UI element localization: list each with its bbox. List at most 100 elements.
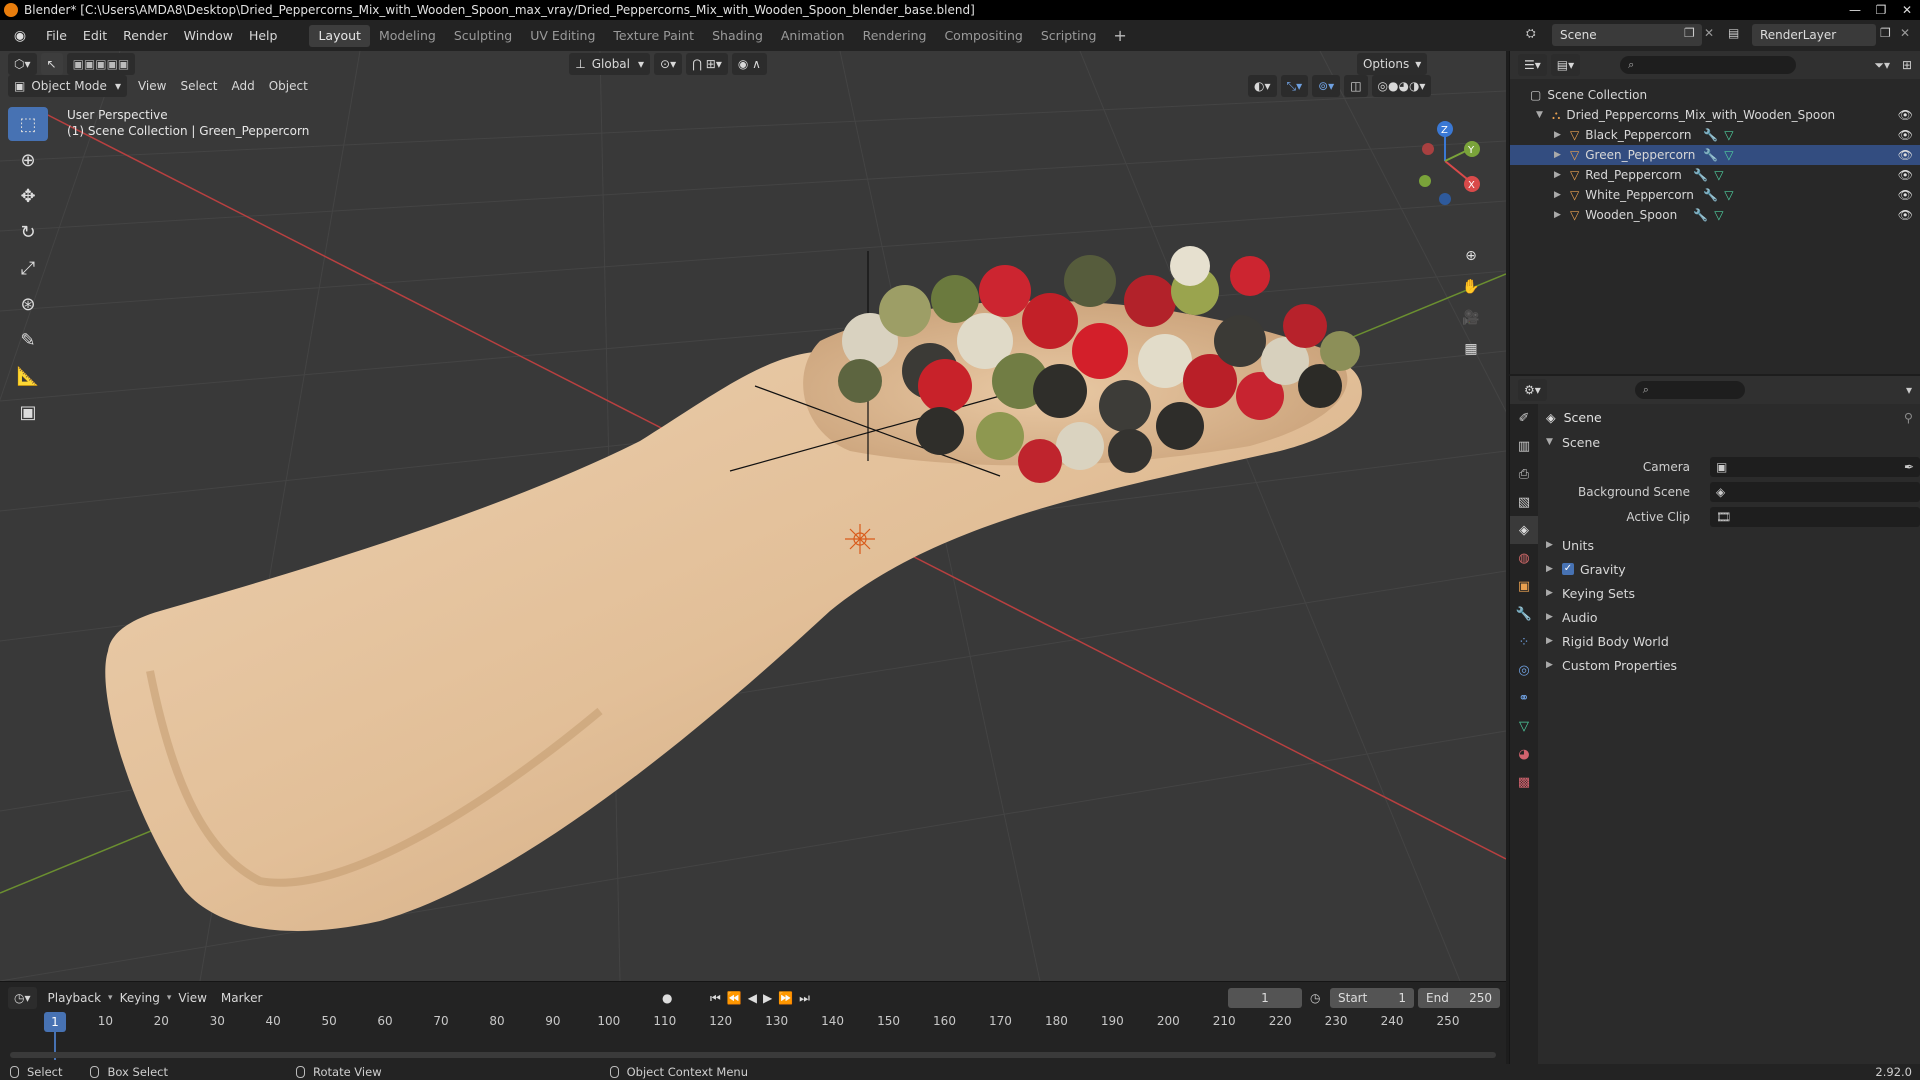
visibility-eye-icon[interactable]: 👁: [1898, 168, 1913, 182]
select-tool-button[interactable]: ↖: [40, 53, 63, 75]
view-layer-selector[interactable]: RenderLayer: [1752, 24, 1876, 46]
outliner-object-row[interactable]: ▶ ▽ Wooden_Spoon 🔧 ▽ 👁: [1510, 205, 1920, 225]
active-clip-field[interactable]: 🎞: [1710, 506, 1920, 527]
overlays-toggle[interactable]: ⊚▾: [1312, 75, 1341, 97]
scale-tool[interactable]: ⤢: [8, 251, 48, 285]
add-cube-tool[interactable]: ▣: [8, 395, 48, 429]
outliner-object-row[interactable]: ▶ ▽ Green_Peppercorn 🔧 ▽ 👁: [1510, 145, 1920, 165]
tab-shading[interactable]: Shading: [703, 25, 772, 47]
zoom-icon[interactable]: ⊕: [1458, 243, 1484, 269]
shading-mode-buttons[interactable]: ◎●◕◑▾: [1371, 75, 1432, 97]
editor-type-button[interactable]: ⬡▾: [8, 53, 37, 75]
tab-texture[interactable]: ▩: [1510, 768, 1538, 796]
tab-object[interactable]: ▣: [1510, 572, 1538, 600]
pin-icon[interactable]: ⚲: [1904, 410, 1913, 425]
panel-keying-sets[interactable]: ▶ Keying Sets: [1538, 581, 1920, 605]
panel-units[interactable]: ▶ Units: [1538, 533, 1920, 557]
expand-arrow-icon[interactable]: ▶: [1554, 150, 1562, 160]
outliner-object-row[interactable]: ▶ ▽ Black_Peppercorn 🔧 ▽ 👁: [1510, 125, 1920, 145]
tab-material[interactable]: ◕: [1510, 740, 1538, 768]
properties-editor-type[interactable]: ⚙▾: [1518, 379, 1547, 401]
tab-texture-paint[interactable]: Texture Paint: [604, 25, 703, 47]
background-scene-field[interactable]: ◈: [1710, 481, 1920, 502]
transform-tool[interactable]: ⊛: [8, 287, 48, 321]
xray-toggle[interactable]: ◫: [1344, 75, 1368, 97]
camera-field[interactable]: ▣ ✒: [1710, 456, 1920, 477]
filter-icon[interactable]: ⏷▾: [1874, 58, 1890, 73]
minimize-button[interactable]: —: [1842, 0, 1868, 20]
selection-mode-buttons[interactable]: ▣▣▣▣▣: [66, 53, 136, 75]
timeline-menu-keying[interactable]: Keying: [113, 991, 167, 1005]
pivot-point-dropdown[interactable]: ⊙▾: [654, 53, 683, 75]
mode-dropdown[interactable]: ▣ Object Mode ▾: [8, 75, 127, 97]
start-frame-field[interactable]: Start 1: [1330, 988, 1414, 1008]
preview-range-icon[interactable]: ◷: [1310, 991, 1320, 1005]
tab-data[interactable]: ▽: [1510, 712, 1538, 740]
select-box-tool[interactable]: ⬚: [8, 107, 48, 141]
outliner-search-input[interactable]: ⌕: [1620, 56, 1797, 74]
menu-window[interactable]: Window: [176, 20, 241, 51]
3d-viewport[interactable]: ⬡▾ ↖ ▣▣▣▣▣ ⊥ Global ▾ ⊙▾ ⋂ ⊞▾ ◉ ∧ Option…: [0, 51, 1506, 981]
playhead[interactable]: 1: [44, 1012, 66, 1032]
viewport-menu-select[interactable]: Select: [173, 79, 224, 93]
display-mode-dropdown[interactable]: ▤▾: [1550, 54, 1581, 76]
scene-browse-icon[interactable]: ⛭: [1526, 26, 1536, 41]
new-scene-icon[interactable]: ❐: [1684, 26, 1695, 40]
timeline-scrollbar[interactable]: [10, 1052, 1496, 1058]
expand-arrow-icon[interactable]: ▶: [1554, 210, 1562, 220]
add-workspace-icon[interactable]: +: [1105, 26, 1134, 45]
tab-render[interactable]: ▥: [1510, 432, 1538, 460]
expand-arrow-icon[interactable]: ▶: [1554, 170, 1562, 180]
tab-particles[interactable]: ⁘: [1510, 628, 1538, 656]
expand-arrow-icon[interactable]: ▶: [1554, 190, 1562, 200]
viewport-menu-view[interactable]: View: [131, 79, 173, 93]
outliner-collection-row[interactable]: ▼ ⛬ Dried_Peppercorns_Mix_with_Wooden_Sp…: [1510, 105, 1920, 125]
menu-edit[interactable]: Edit: [75, 20, 115, 51]
tab-constraints[interactable]: ⚭: [1510, 684, 1538, 712]
outliner[interactable]: ☰▾ ▤▾ ⌕ ⏷▾ ⊞ ▢ Scene Collection ▼ ⛬ Drie…: [1509, 51, 1920, 374]
close-button[interactable]: ✕: [1894, 0, 1920, 20]
transform-orientation-dropdown[interactable]: ⊥ Global ▾: [569, 53, 651, 75]
panel-rigid-body-world[interactable]: ▶ Rigid Body World: [1538, 629, 1920, 653]
menu-file[interactable]: File: [38, 20, 75, 51]
panel-scene-header[interactable]: ▼ Scene: [1538, 430, 1920, 454]
cursor-tool[interactable]: ⊕: [8, 143, 48, 177]
visibility-eye-icon[interactable]: 👁: [1898, 208, 1913, 222]
move-tool[interactable]: ✥: [8, 179, 48, 213]
outliner-object-row[interactable]: ▶ ▽ White_Peppercorn 🔧 ▽ 👁: [1510, 185, 1920, 205]
chevron-down-icon[interactable]: ▾: [1906, 383, 1912, 397]
outliner-editor-type[interactable]: ☰▾: [1518, 54, 1547, 76]
tab-output[interactable]: ⎙: [1510, 460, 1538, 488]
ortho-grid-icon[interactable]: ▦: [1458, 336, 1484, 362]
panel-gravity[interactable]: ▶ ✓ Gravity: [1538, 557, 1920, 581]
delete-view-layer-icon[interactable]: ✕: [1900, 26, 1910, 40]
timeline-editor-type[interactable]: ◷▾: [8, 987, 37, 1009]
tab-uv-editing[interactable]: UV Editing: [521, 25, 604, 47]
scene-selector[interactable]: Scene: [1552, 24, 1702, 46]
properties-search-input[interactable]: ⌕: [1634, 381, 1745, 399]
timeline-menu-marker[interactable]: Marker: [214, 991, 269, 1005]
options-dropdown[interactable]: Options ▾: [1356, 53, 1428, 75]
tab-scripting[interactable]: Scripting: [1032, 25, 1106, 47]
tab-scene[interactable]: ◈: [1510, 516, 1538, 544]
playback-controls-icon[interactable]: ⏮⏪◀▶⏩⏭: [710, 991, 816, 1006]
tab-sculpting[interactable]: Sculpting: [445, 25, 521, 47]
expand-arrow-icon[interactable]: ▶: [1554, 130, 1562, 140]
measure-tool[interactable]: 📐: [8, 359, 48, 393]
tab-rendering[interactable]: Rendering: [854, 25, 936, 47]
view-layer-icon[interactable]: ▤: [1728, 26, 1739, 40]
visibility-eye-icon[interactable]: 👁: [1898, 128, 1913, 142]
timeline-menu-view[interactable]: View: [171, 991, 213, 1005]
tab-physics[interactable]: ◎: [1510, 656, 1538, 684]
panel-custom-properties[interactable]: ▶ Custom Properties: [1538, 653, 1920, 677]
tab-view-layer[interactable]: ▧: [1510, 488, 1538, 516]
new-collection-icon[interactable]: ⊞: [1902, 58, 1912, 72]
tab-modeling[interactable]: Modeling: [370, 25, 445, 47]
tab-layout[interactable]: Layout: [309, 24, 370, 47]
snap-toggle[interactable]: ⋂ ⊞▾: [686, 53, 728, 75]
maximize-button[interactable]: ❐: [1868, 0, 1894, 20]
outliner-object-row[interactable]: ▶ ▽ Red_Peppercorn 🔧 ▽ 👁: [1510, 165, 1920, 185]
auto-keying-icon[interactable]: ●: [662, 991, 672, 1005]
tab-compositing[interactable]: Compositing: [935, 25, 1031, 47]
blender-menu-icon[interactable]: ◉: [10, 26, 30, 46]
